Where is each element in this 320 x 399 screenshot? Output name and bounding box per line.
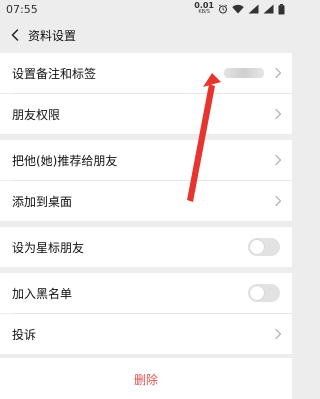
blacklist-toggle[interactable] xyxy=(248,284,280,302)
row-blacklist: 加入黑名单 xyxy=(0,273,292,313)
remark-value-blurred xyxy=(224,68,264,78)
chevron-right-icon xyxy=(274,328,282,340)
row-label: 朋友权限 xyxy=(12,107,61,122)
battery-icon xyxy=(278,3,285,15)
net-speed: 0.01 KB/S xyxy=(194,2,214,16)
row-add-to-desktop[interactable]: 添加到桌面 xyxy=(0,181,292,221)
row-label: 添加到桌面 xyxy=(12,194,73,209)
delete-label: 删除 xyxy=(133,372,158,387)
chevron-right-icon xyxy=(274,195,282,207)
net-speed-unit: KB/S xyxy=(198,9,210,15)
chevron-right-icon xyxy=(274,67,282,79)
signal-icon-2 xyxy=(263,4,274,14)
status-bar: 07:55 0.01 KB/S xyxy=(0,0,292,18)
row-label: 加入黑名单 xyxy=(12,286,73,301)
toggle-knob xyxy=(250,286,264,300)
row-report[interactable]: 投诉 xyxy=(0,314,292,354)
toggle-knob xyxy=(250,240,264,254)
status-time: 07:55 xyxy=(6,2,38,16)
chevron-left-icon xyxy=(11,26,19,45)
chevron-right-icon xyxy=(274,154,282,166)
status-icons: 0.01 KB/S xyxy=(194,2,285,16)
chevron-right-icon xyxy=(274,108,282,120)
signal-icon xyxy=(248,4,259,14)
star-friend-toggle[interactable] xyxy=(248,238,280,256)
row-friend-permissions[interactable]: 朋友权限 xyxy=(0,94,292,134)
wifi-icon xyxy=(232,4,244,14)
row-label: 设为星标朋友 xyxy=(12,240,85,255)
net-speed-value: 0.01 xyxy=(194,1,214,10)
row-label: 设置备注和标签 xyxy=(12,66,97,81)
row-recommend-to-friend[interactable]: 把他(她)推荐给朋友 xyxy=(0,140,292,180)
alarm-icon xyxy=(218,4,228,14)
row-label: 把他(她)推荐给朋友 xyxy=(12,153,118,168)
back-button[interactable] xyxy=(2,18,28,52)
header-bar: 资料设置 xyxy=(0,18,292,52)
page-title: 资料设置 xyxy=(28,28,77,43)
row-star-friend: 设为星标朋友 xyxy=(0,227,292,267)
row-label: 投诉 xyxy=(12,327,37,342)
row-set-remark[interactable]: 设置备注和标签 xyxy=(0,53,292,93)
delete-button[interactable]: 删除 xyxy=(0,358,292,399)
